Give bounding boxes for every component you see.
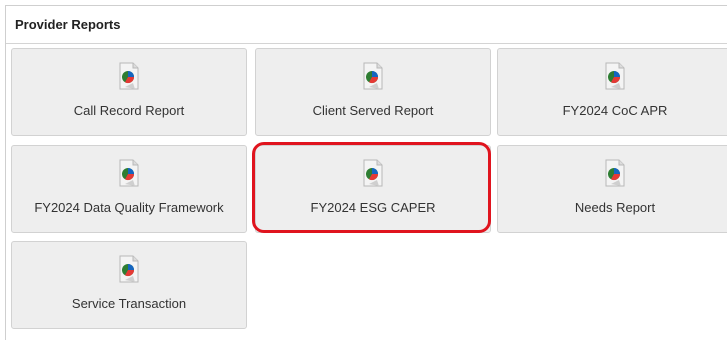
report-tile-needs[interactable]: Needs Report <box>497 145 727 233</box>
tile-label: FY2024 Data Quality Framework <box>34 200 224 215</box>
report-pie-chart-icon <box>119 255 139 283</box>
tile-label: Service Transaction <box>71 296 187 311</box>
report-pie-chart-icon <box>119 62 139 90</box>
panel-title: Provider Reports <box>6 6 727 44</box>
report-tile-client-served[interactable]: Client Served Report <box>255 48 491 136</box>
report-pie-chart-icon <box>363 62 383 90</box>
report-tile-coc-apr[interactable]: FY2024 CoC APR <box>497 48 727 136</box>
tile-label: Client Served Report <box>312 103 434 118</box>
report-tile-service-transaction[interactable]: Service Transaction <box>11 241 247 329</box>
tile-label: FY2024 CoC APR <box>562 103 668 118</box>
report-pie-chart-icon <box>605 159 625 187</box>
report-tile-data-quality-framework[interactable]: FY2024 Data Quality Framework <box>11 145 247 233</box>
tile-label: Call Record Report <box>73 103 185 118</box>
report-pie-chart-icon <box>605 62 625 90</box>
report-pie-chart-icon <box>363 159 383 187</box>
report-tile-call-record[interactable]: Call Record Report <box>11 48 247 136</box>
report-tile-esg-caper[interactable]: FY2024 ESG CAPER <box>255 145 491 233</box>
report-pie-chart-icon <box>119 159 139 187</box>
tile-label: Needs Report <box>574 200 656 215</box>
tile-label: FY2024 ESG CAPER <box>310 200 436 215</box>
